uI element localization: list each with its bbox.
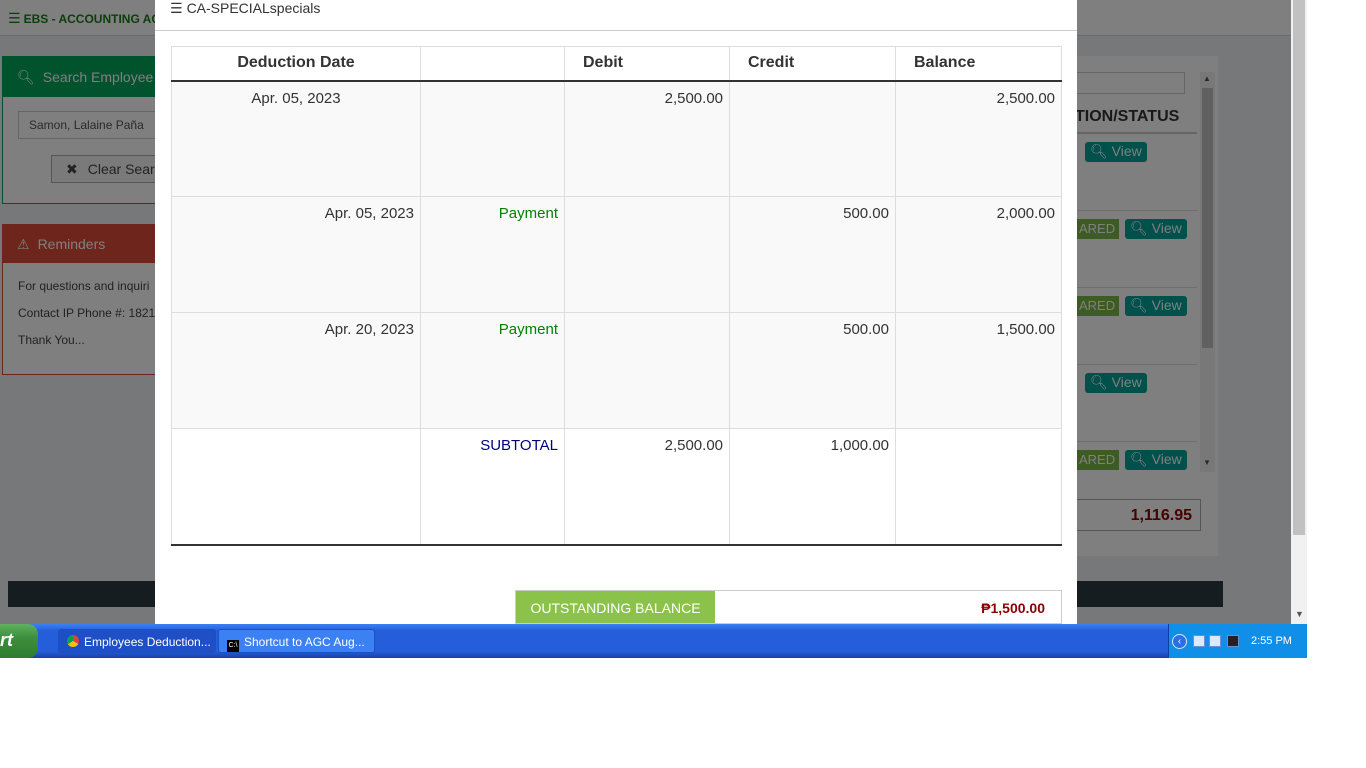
modal-title: ☰ CA-SPECIALspecials (170, 0, 320, 17)
balance-cell: 2,000.00 (895, 196, 1062, 313)
modal-divider (155, 30, 1077, 31)
system-clock[interactable]: 2:55 PM (1251, 635, 1292, 647)
subtotal-row: SUBTOTAL 2,500.00 1,000.00 (171, 428, 1062, 546)
screen: ☰EBS - ACCOUNTING AC 🔍︎Search Employee ✖… (0, 0, 1307, 658)
column-header-credit: Credit (729, 46, 896, 82)
subtotal-debit: 2,500.00 (564, 428, 730, 546)
balance-cell: 1,500.00 (895, 312, 1062, 429)
column-header-type (420, 46, 565, 82)
chrome-icon (67, 635, 79, 647)
deduction-date-cell: Apr. 05, 2023 (171, 80, 421, 197)
system-tray: ‹ 2:55 PM (1168, 624, 1307, 658)
start-button-label: rt (0, 630, 13, 650)
column-header-debit: Debit (564, 46, 730, 82)
tray-app-icon[interactable] (1193, 635, 1205, 647)
taskbar-item-label: Shortcut to AGC Aug... (244, 635, 365, 649)
subtotal-balance-empty (895, 428, 1062, 546)
table-header-row: Deduction Date Debit Credit Balance (171, 46, 1062, 82)
taskbar-item-label: Employees Deduction... (84, 635, 211, 649)
command-prompt-icon: C:\ (227, 640, 239, 652)
credit-cell: 500.00 (729, 196, 896, 313)
subtotal-credit: 1,000.00 (729, 428, 896, 546)
scrollbar-thumb[interactable] (1293, 0, 1305, 535)
network-icon[interactable] (1209, 635, 1221, 647)
chevron-left-icon[interactable]: ‹ (1172, 634, 1187, 649)
debit-cell (564, 312, 730, 429)
subtotal-empty-cell (171, 428, 421, 546)
outstanding-balance-label: OUTSTANDING BALANCE (516, 591, 715, 623)
credit-cell: 500.00 (729, 312, 896, 429)
start-button[interactable]: rt (0, 624, 38, 658)
scroll-down-icon[interactable]: ▼ (1295, 609, 1304, 619)
column-header-balance: Balance (895, 46, 1062, 82)
type-cell: Payment (420, 196, 565, 313)
debit-cell: 2,500.00 (564, 80, 730, 197)
ledger-table: Deduction Date Debit Credit Balance Apr.… (171, 46, 1062, 546)
outstanding-balance-group: OUTSTANDING BALANCE ₱1,500.00 (515, 590, 1062, 624)
taskbar-item-shortcut[interactable]: C:\ Shortcut to AGC Aug... (218, 629, 375, 653)
page-scrollbar[interactable]: ▼ (1291, 0, 1307, 624)
balance-cell: 2,500.00 (895, 80, 1062, 197)
credit-cell (729, 80, 896, 197)
tray-security-icon[interactable] (1227, 635, 1239, 647)
taskbar-item-chrome[interactable]: Employees Deduction... (58, 629, 216, 653)
deduction-date-cell: Apr. 20, 2023 (171, 312, 421, 429)
subtotal-label: SUBTOTAL (420, 428, 565, 546)
outstanding-balance-value: ₱1,500.00 (981, 600, 1045, 616)
list-icon: ☰ (170, 0, 183, 16)
taskbar: rt Employees Deduction... C:\ Shortcut to… (0, 624, 1307, 658)
deduction-date-cell: Apr. 05, 2023 (171, 196, 421, 313)
modal-title-text: CA-SPECIALspecials (186, 0, 321, 16)
type-cell (420, 80, 565, 197)
table-row: Apr. 20, 2023 Payment 500.00 1,500.00 (171, 312, 1062, 429)
type-cell: Payment (420, 312, 565, 429)
ledger-modal: ☰ CA-SPECIALspecials Deduction Date Debit… (155, 0, 1077, 624)
debit-cell (564, 196, 730, 313)
table-row: Apr. 05, 2023 Payment 500.00 2,000.00 (171, 196, 1062, 313)
column-header-deduction-date: Deduction Date (171, 46, 421, 82)
table-row: Apr. 05, 2023 2,500.00 2,500.00 (171, 80, 1062, 197)
